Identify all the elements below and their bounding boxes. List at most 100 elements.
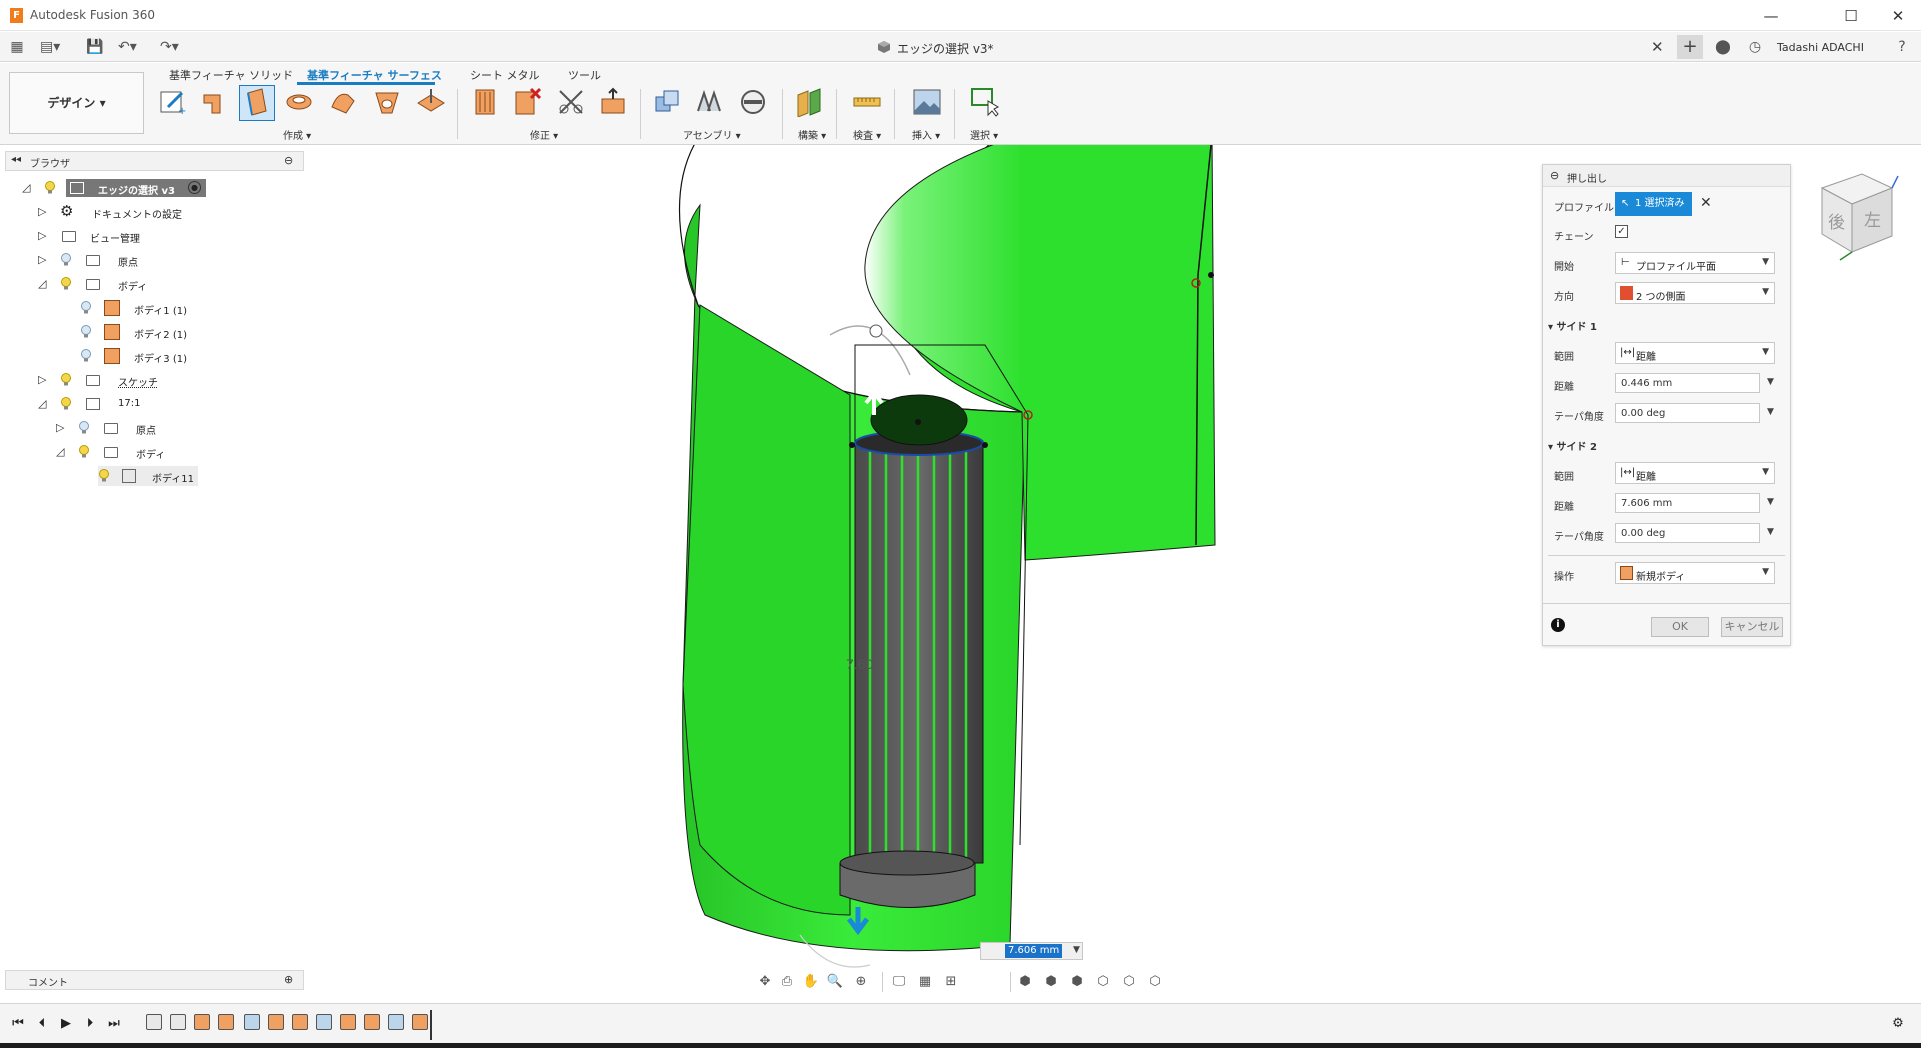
delete-face-icon[interactable]	[512, 87, 542, 117]
tree-row-component-17-1[interactable]: ◿ 17:1	[38, 394, 188, 414]
view-cube-left-label[interactable]: 左	[1864, 211, 1881, 231]
chevron-down-icon[interactable]: ▼	[1767, 377, 1774, 387]
view-hidden-edges-icon[interactable]: ⬢	[1068, 973, 1086, 991]
tree-row-body3[interactable]: ボディ3 (1)	[80, 346, 200, 366]
grid-settings-icon[interactable]: ▦	[916, 973, 934, 991]
tree-row-root[interactable]: ◿ エッジの選択 v3 ●	[22, 178, 212, 198]
file-menu-icon[interactable]: ▤▾	[40, 38, 60, 56]
user-account-name[interactable]: Tadashi ADACHI	[1777, 41, 1864, 54]
side2-taper-input[interactable]: 0.00 deg	[1615, 523, 1760, 543]
collapse-dialog-icon[interactable]: ⊖	[1550, 169, 1559, 182]
tree-row-sub-bodies[interactable]: ◿ ボディ	[56, 442, 206, 462]
pan-icon[interactable]: ✋	[802, 973, 820, 991]
group-inspect-label[interactable]: 検査 ▾	[853, 127, 881, 142]
operation-dropdown[interactable]: 新規ボディ ▼	[1615, 562, 1775, 584]
view-shaded-edges-icon[interactable]: ⬢	[1042, 973, 1060, 991]
add-comment-icon[interactable]: ⊕	[284, 973, 293, 986]
vertex-point[interactable]	[1208, 272, 1214, 278]
visibility-bulb-icon[interactable]	[60, 253, 72, 267]
group-assemble-label[interactable]: アセンブリ ▾	[683, 127, 741, 142]
data-panel-grid-icon[interactable]: ▦	[8, 38, 26, 56]
document-tab-title[interactable]: エッジの選択 v3*	[897, 40, 994, 57]
expand-icon[interactable]: ◿	[38, 398, 50, 410]
visibility-bulb-icon[interactable]	[60, 373, 72, 387]
timeline-feature[interactable]	[388, 1014, 404, 1030]
step-back-icon[interactable]: ⏴	[34, 1016, 50, 1032]
tree-row-bodies[interactable]: ◿ ボディ	[38, 274, 188, 294]
expand-icon[interactable]: ◿	[22, 182, 34, 194]
joint-icon[interactable]	[694, 87, 724, 117]
side2-distance-input[interactable]: 7.606 mm	[1615, 493, 1760, 513]
chevron-down-icon[interactable]: ▼	[1767, 497, 1774, 507]
viewports-icon[interactable]: ⊞	[942, 973, 960, 991]
tab-sheet-metal[interactable]: シート メタル	[470, 67, 540, 83]
visibility-bulb-icon[interactable]	[78, 421, 90, 435]
minimize-button[interactable]: —	[1751, 4, 1791, 28]
tree-row-origin[interactable]: ▷ 原点	[38, 250, 188, 270]
view-cube[interactable]: 後 左	[1812, 168, 1902, 264]
visibility-bulb-icon[interactable]	[80, 349, 92, 363]
step-forward-icon[interactable]: ⏵	[82, 1016, 98, 1032]
close-tab-icon[interactable]: ✕	[1651, 38, 1664, 56]
insert-image-icon[interactable]	[912, 87, 942, 117]
zoom-icon[interactable]: 🔍	[826, 973, 844, 991]
tree-row-body2[interactable]: ボディ2 (1)	[80, 322, 200, 342]
tab-tools[interactable]: ツール	[568, 67, 601, 83]
expand-icon[interactable]: ▷	[38, 374, 50, 386]
chain-checkbox[interactable]: ✓	[1615, 225, 1628, 238]
look-at-icon[interactable]: ⎙	[778, 973, 796, 991]
timeline-feature[interactable]	[412, 1014, 428, 1030]
expand-icon[interactable]: ◿	[38, 278, 50, 290]
play-icon[interactable]: ▶	[58, 1016, 74, 1032]
offset-plane-icon[interactable]	[794, 87, 824, 117]
new-component-icon[interactable]	[652, 87, 682, 117]
new-tab-button[interactable]: +	[1677, 35, 1703, 59]
chevron-down-icon[interactable]: ▼	[1767, 527, 1774, 537]
group-insert-label[interactable]: 挿入 ▾	[912, 127, 940, 142]
as-built-joint-icon[interactable]	[738, 87, 768, 117]
activate-radio-icon[interactable]: ●	[188, 181, 201, 194]
visibility-bulb-icon[interactable]	[98, 469, 110, 483]
press-pull-icon[interactable]	[598, 87, 628, 117]
side1-extent-dropdown[interactable]: |↔| 距離 ▼	[1615, 342, 1775, 364]
viewport-distance-value[interactable]: 7.606 mm	[1005, 944, 1063, 958]
timeline-feature[interactable]	[170, 1014, 186, 1030]
orbit-icon[interactable]: ✥	[756, 973, 774, 991]
patch-icon[interactable]	[416, 87, 446, 117]
workspace-switcher-button[interactable]: デザイン ▾	[9, 72, 144, 134]
group-create-label[interactable]: 作成 ▾	[283, 127, 311, 142]
expand-icon[interactable]: ▷	[38, 254, 50, 266]
side2-extent-dropdown[interactable]: |↔| 距離 ▼	[1615, 462, 1775, 484]
trim-icon[interactable]	[470, 87, 500, 117]
split-body-icon[interactable]	[556, 87, 586, 117]
timeline-feature[interactable]	[146, 1014, 162, 1030]
side1-distance-input[interactable]: 0.446 mm	[1615, 373, 1760, 393]
go-to-start-icon[interactable]: ⏮	[10, 1016, 26, 1032]
vertex-point[interactable]	[849, 442, 855, 448]
timeline-settings-gear-icon[interactable]: ⚙	[1890, 1016, 1906, 1032]
chevron-down-icon[interactable]: ▼	[1073, 945, 1080, 955]
view-cube-back-label[interactable]: 後	[1828, 213, 1845, 233]
help-icon[interactable]: ?	[1893, 38, 1911, 56]
maximize-button[interactable]: ☐	[1831, 4, 1871, 28]
tree-row-sub-origin[interactable]: ▷ 原点	[56, 418, 206, 438]
tree-row-sketches[interactable]: ▷ スケッチ	[38, 370, 198, 390]
timeline-marker[interactable]	[430, 1010, 432, 1040]
tab-solid[interactable]: 基準フィーチャ ソリッド	[169, 67, 293, 83]
group-modify-label[interactable]: 修正 ▾	[530, 127, 558, 142]
surface-extrude-icon[interactable]	[242, 87, 272, 117]
visibility-bulb-icon[interactable]	[78, 445, 90, 459]
ok-button[interactable]: OK	[1651, 617, 1709, 637]
browser-options-icon[interactable]: ⊖	[284, 154, 293, 167]
extensions-icon[interactable]: ⬤	[1714, 38, 1732, 56]
extrude-icon[interactable]	[200, 87, 230, 117]
vertex-point[interactable]	[982, 442, 988, 448]
job-status-icon[interactable]: ◷	[1746, 38, 1764, 56]
cancel-button[interactable]: キャンセル	[1721, 617, 1783, 637]
sweep-icon[interactable]	[328, 87, 358, 117]
view-shaded-icon[interactable]: ⬢	[1016, 973, 1034, 991]
expand-icon[interactable]: ▷	[56, 422, 68, 434]
tree-row-view-management[interactable]: ▷ ビュー管理	[38, 226, 188, 246]
zoom-window-icon[interactable]: ⊕	[852, 973, 870, 991]
timeline-feature[interactable]	[340, 1014, 356, 1030]
